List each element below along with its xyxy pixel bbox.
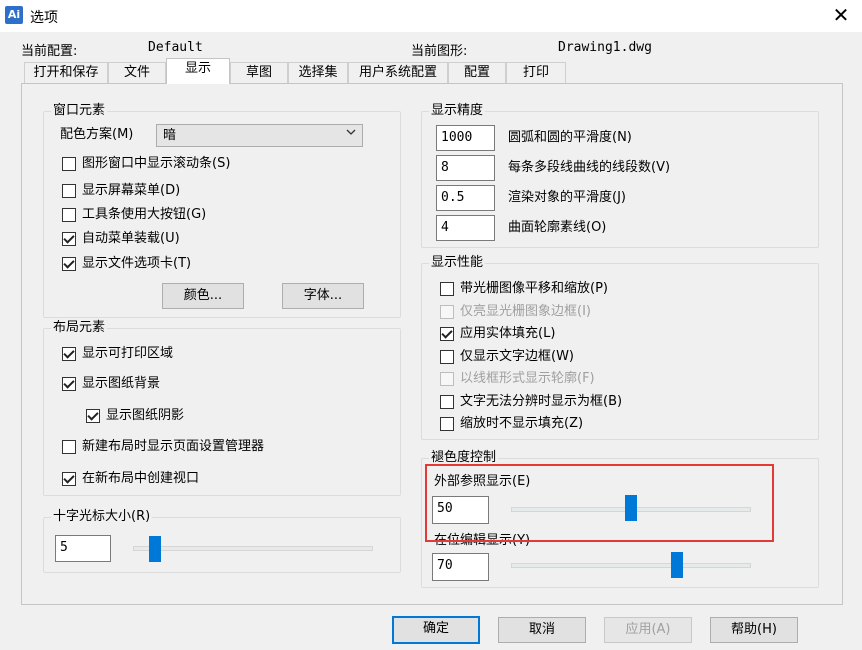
checkbox-raster-pan-zoom[interactable] [440, 282, 454, 296]
checkbox-auto-menu-load[interactable] [62, 232, 76, 246]
tab-profiles[interactable]: 配置 [448, 62, 506, 83]
color-scheme-label: 配色方案(M) [60, 127, 134, 142]
colors-button[interactable]: 颜色... [162, 283, 244, 309]
current-profile-value: Default [148, 40, 203, 55]
large-buttons-label: 工具条使用大按钮(G) [82, 207, 207, 222]
app-icon: Ai [5, 6, 23, 24]
render-smoothness-label: 渲染对象的平滑度(J) [508, 190, 626, 205]
no-fill-on-zoom-label: 缩放时不显示填充(Z) [460, 416, 584, 431]
create-viewport-label: 在新布局中创建视口 [82, 471, 200, 486]
window-title: 选项 [30, 10, 58, 26]
color-scheme-value: 暗 [163, 128, 177, 143]
display-resolution-title: 显示精度 [429, 103, 486, 119]
checkbox-no-fill-on-zoom[interactable] [440, 417, 454, 431]
checkbox-unresolvable-text-box[interactable] [440, 395, 454, 409]
contour-lines-label: 曲面轮廓素线(O) [508, 220, 607, 235]
unresolvable-text-box-label: 文字无法分辨时显示为框(B) [460, 394, 623, 409]
current-profile-label: 当前配置: [21, 44, 78, 59]
show-scrollbars-label: 图形窗口中显示滚动条(S) [82, 156, 231, 171]
apply-button[interactable]: 应用(A) [604, 617, 692, 643]
checkbox-show-screen-menu[interactable] [62, 184, 76, 198]
close-icon[interactable]: ✕ [826, 3, 856, 29]
tab-files[interactable]: 文件 [108, 62, 166, 83]
paper-shadow-label: 显示图纸阴影 [106, 408, 185, 423]
current-drawing-label: 当前图形: [411, 44, 468, 59]
cancel-button[interactable]: 取消 [498, 617, 586, 643]
inplace-edit-fade-slider-track[interactable] [511, 563, 751, 568]
raster-pan-zoom-label: 带光栅图像平移和缩放(P) [460, 281, 608, 296]
tab-display[interactable]: 显示 [166, 58, 230, 84]
title-bar [0, 0, 862, 32]
tab-open-save[interactable]: 打开和保存 [24, 62, 108, 83]
checkbox-text-frame[interactable] [440, 350, 454, 364]
checkbox-solid-fill[interactable] [440, 327, 454, 341]
arc-smoothness-input[interactable]: 1000 [436, 125, 495, 151]
wireframe-silhouette-label: 以线框形式显示轮廓(F) [460, 371, 595, 386]
checkbox-wireframe-silhouette[interactable] [440, 372, 454, 386]
checkbox-printable-area[interactable] [62, 347, 76, 361]
fonts-button[interactable]: 字体... [282, 283, 364, 309]
tab-drafting[interactable]: 草图 [230, 62, 288, 83]
checkbox-show-scrollbars[interactable] [62, 157, 76, 171]
polyline-segments-input[interactable]: 8 [436, 155, 495, 181]
crosshair-slider-thumb[interactable] [148, 536, 161, 562]
tab-selection[interactable]: 选择集 [288, 62, 348, 83]
crosshair-size-input[interactable]: 5 [55, 535, 111, 562]
polyline-segments-label: 每条多段线曲线的线段数(V) [508, 160, 671, 175]
tab-user-preferences[interactable]: 用户系统配置 [348, 62, 448, 83]
crosshair-title: 十字光标大小(R) [51, 509, 153, 525]
inplace-edit-fade-slider-thumb[interactable] [670, 552, 683, 578]
page-setup-manager-label: 新建布局时显示页面设置管理器 [82, 439, 265, 454]
layout-elements-title: 布局元素 [51, 320, 108, 336]
crosshair-slider-track[interactable] [133, 546, 373, 551]
auto-menu-load-label: 自动菜单装载(U) [82, 231, 180, 246]
highlight-annotation [425, 464, 774, 542]
render-smoothness-input[interactable]: 0.5 [436, 185, 495, 211]
printable-area-label: 显示可打印区域 [82, 346, 174, 361]
arc-smoothness-label: 圆弧和圆的平滑度(N) [508, 130, 632, 145]
checkbox-paper-background[interactable] [62, 377, 76, 391]
checkbox-page-setup-manager[interactable] [62, 440, 76, 454]
help-button[interactable]: 帮助(H) [710, 617, 798, 643]
contour-lines-input[interactable]: 4 [436, 215, 495, 241]
paper-background-label: 显示图纸背景 [82, 376, 161, 391]
file-tabs-label: 显示文件选项卡(T) [82, 256, 192, 271]
text-frame-label: 仅显示文字边框(W) [460, 349, 574, 364]
checkbox-file-tabs[interactable] [62, 257, 76, 271]
raster-frame-only-label: 仅亮显光栅图象边框(I) [460, 304, 591, 319]
checkbox-paper-shadow[interactable] [86, 409, 100, 423]
checkbox-create-viewport[interactable] [62, 472, 76, 486]
inplace-edit-fade-input[interactable]: 70 [432, 553, 489, 581]
chevron-down-icon [346, 129, 356, 135]
checkbox-raster-frame-only[interactable] [440, 305, 454, 319]
window-elements-title: 窗口元素 [51, 103, 108, 119]
display-performance-title: 显示性能 [429, 255, 486, 271]
color-scheme-select[interactable]: 暗 [156, 124, 363, 147]
tab-plot[interactable]: 打印 [506, 62, 566, 83]
current-drawing-value: Drawing1.dwg [558, 40, 652, 55]
ok-button[interactable]: 确定 [392, 616, 480, 644]
solid-fill-label: 应用实体填充(L) [460, 326, 556, 341]
checkbox-large-buttons[interactable] [62, 208, 76, 222]
show-screen-menu-label: 显示屏幕菜单(D) [82, 183, 181, 198]
